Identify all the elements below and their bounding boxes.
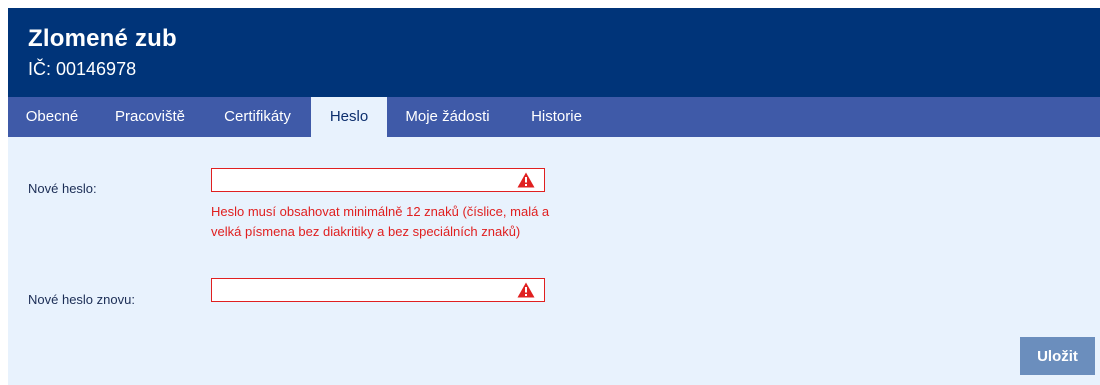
- warning-triangle-icon: [517, 172, 535, 188]
- confirm-password-label: Nové heslo znovu:: [28, 292, 135, 307]
- new-password-label: Nové heslo:: [28, 181, 97, 196]
- warning-triangle-icon: [517, 282, 535, 298]
- tab-heslo[interactable]: Heslo: [311, 97, 387, 137]
- tab-historie[interactable]: Historie: [508, 97, 605, 137]
- company-id: IČ: 00146978: [28, 59, 137, 79]
- confirm-password-field-wrapper: [211, 278, 545, 302]
- new-password-input[interactable]: [212, 169, 524, 191]
- confirm-password-input[interactable]: [212, 279, 524, 301]
- tab-bar: Obecné Pracoviště Certifikáty Heslo Moje…: [8, 97, 1100, 137]
- app-frame: Zlomené zub IČ: 00146978 Obecné Pracoviš…: [8, 8, 1100, 385]
- tab-obecne[interactable]: Obecné: [8, 97, 96, 137]
- tab-moje-zadosti[interactable]: Moje žádosti: [387, 97, 508, 137]
- page-title: Zlomené zub: [28, 25, 177, 52]
- new-password-field-wrapper: [211, 168, 545, 192]
- tab-certifikaty[interactable]: Certifikáty: [204, 97, 311, 137]
- page-header: Zlomené zub IČ: 00146978: [8, 8, 1100, 97]
- tab-pracoviste[interactable]: Pracoviště: [96, 97, 204, 137]
- new-password-error: Heslo musí obsahovat minimálně 12 znaků …: [211, 204, 550, 239]
- save-button[interactable]: Uložit: [1020, 337, 1095, 375]
- password-form: Nové heslo: Heslo musí obsahovat minimál…: [8, 137, 1100, 385]
